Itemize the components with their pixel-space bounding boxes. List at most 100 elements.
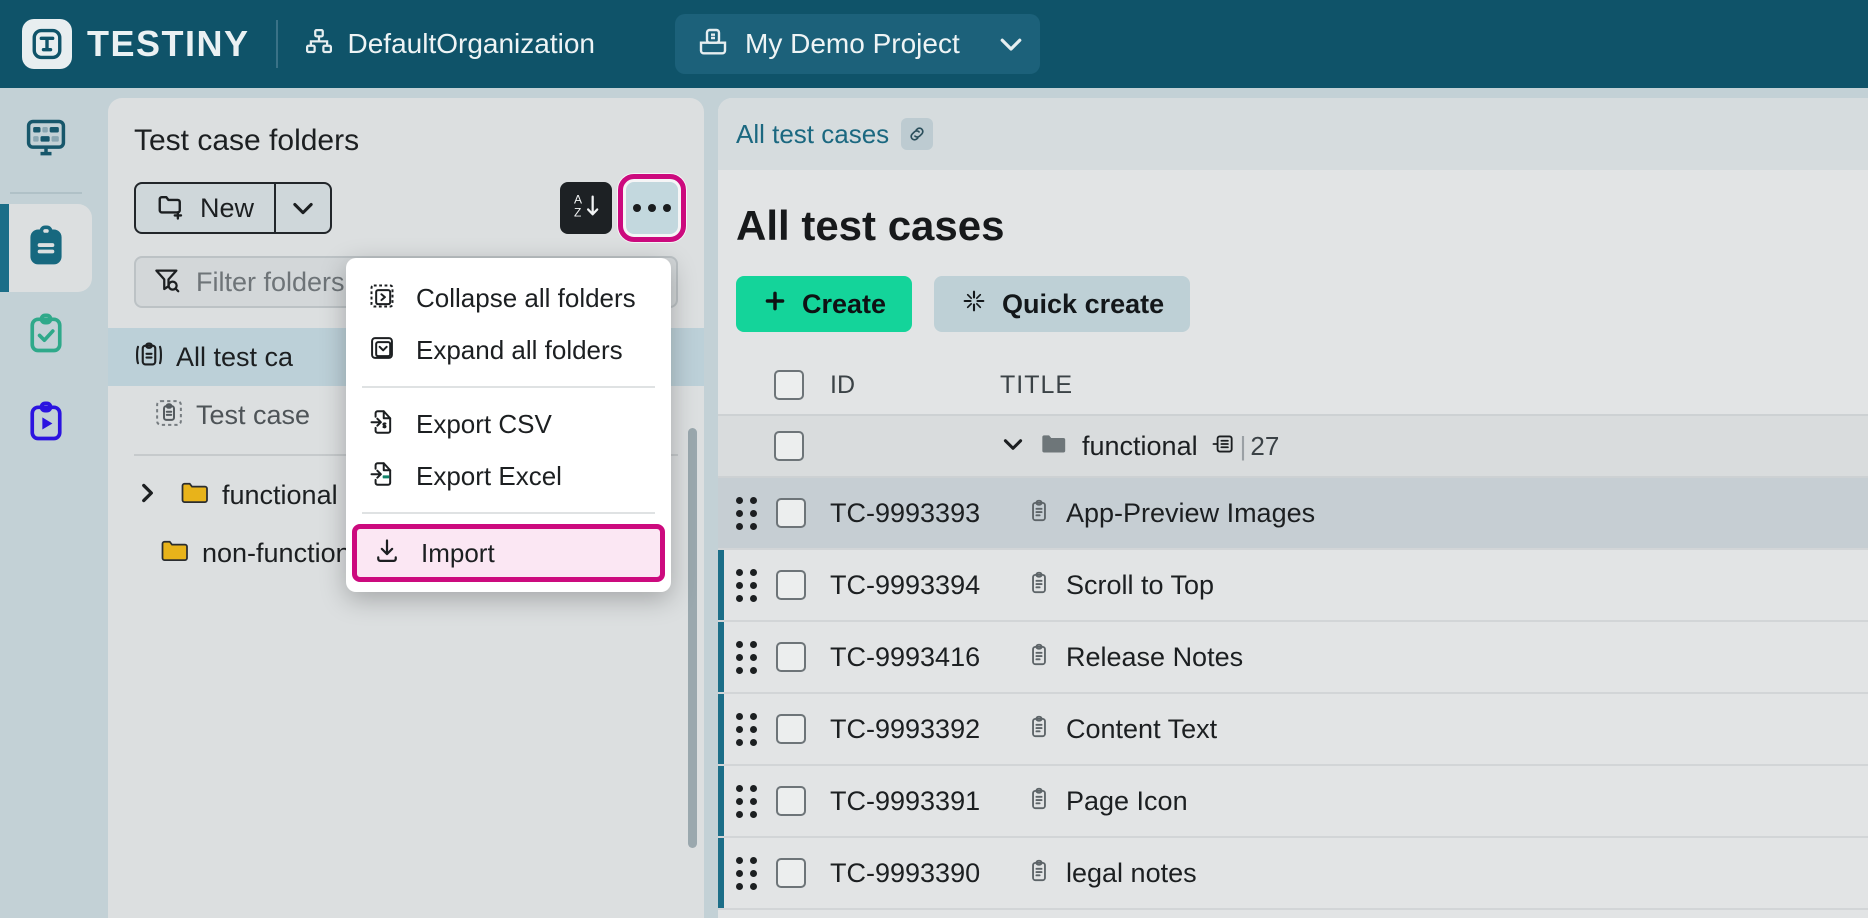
sidebar-item-test-plans[interactable] (0, 292, 92, 380)
tree-item-label: Test case (196, 400, 310, 431)
group-checkbox[interactable] (774, 431, 804, 461)
table-row[interactable]: TC-9993392 Content Text (718, 694, 1868, 766)
table-row[interactable]: TC-9993391 Page Icon (718, 766, 1868, 838)
menu-item-import[interactable]: Import (352, 524, 665, 582)
clipboard-icon (1026, 858, 1052, 889)
folder-icon (160, 538, 190, 569)
row-checkbox[interactable] (776, 498, 806, 528)
app-header: TESTINY DefaultOrganization My Demo Proj… (0, 0, 1868, 88)
tree-item-label: functional (222, 480, 338, 511)
plus-icon (762, 288, 788, 321)
menu-item-collapse-all-folders[interactable]: Collapse all folders (346, 272, 671, 324)
clipboard-check-icon (24, 312, 68, 361)
table-row[interactable]: TC-9993394 Scroll to Top (718, 550, 1868, 622)
breadcrumb-link[interactable]: All test cases (736, 119, 889, 150)
svg-text:Z: Z (574, 205, 581, 219)
menu-item-label: Export CSV (416, 409, 552, 440)
drag-handle-icon[interactable] (736, 569, 758, 602)
folder-icon (180, 480, 210, 511)
sidebar-item-test-cases[interactable] (0, 204, 92, 292)
row-checkbox[interactable] (776, 570, 806, 600)
row-checkbox[interactable] (776, 642, 806, 672)
panel-title: Test case folders (108, 98, 704, 158)
expand-all-icon (368, 334, 396, 367)
organization-selector[interactable]: DefaultOrganization (304, 27, 595, 62)
drag-handle-icon[interactable] (736, 857, 758, 890)
row-checkbox[interactable] (776, 786, 806, 816)
clipboard-icon (24, 224, 68, 273)
clipboard-play-icon (24, 400, 68, 449)
group-count: 27 (1250, 431, 1279, 462)
dashed-clipboard-icon (154, 398, 184, 433)
row-title: Scroll to Top (1066, 570, 1214, 601)
row-id: TC-9993416 (830, 642, 1026, 673)
testiny-logo-icon (22, 19, 72, 69)
table-row[interactable]: TC-9993416 Release Notes (718, 622, 1868, 694)
export-csv-icon (368, 408, 396, 441)
new-folder-button[interactable]: New (134, 182, 332, 234)
column-header-id[interactable]: ID (830, 371, 1000, 400)
sparkle-icon (960, 287, 988, 322)
folders-panel-scrollbar[interactable] (688, 428, 697, 848)
doc-lines-icon (1210, 431, 1236, 462)
dashboard-icon (24, 116, 68, 165)
menu-item-export-csv[interactable]: Export CSV (346, 398, 671, 450)
drag-handle-icon[interactable] (736, 497, 758, 530)
drag-handle-icon[interactable] (736, 713, 758, 746)
new-button-label: New (200, 193, 254, 224)
menu-item-label: Import (421, 538, 495, 569)
create-button[interactable]: Create (736, 276, 912, 332)
menu-item-expand-all-folders[interactable]: Expand all folders (346, 324, 671, 376)
menu-item-export-excel[interactable]: Export Excel (346, 450, 671, 502)
count-divider: | (1240, 431, 1247, 462)
select-all-checkbox[interactable] (774, 370, 804, 400)
test-case-rows: TC-9993393 App-Preview Images TC-9993394 (718, 478, 1868, 910)
collapse-all-icon (368, 282, 396, 315)
menu-divider (362, 512, 655, 514)
project-selector[interactable]: My Demo Project (675, 14, 1040, 74)
table-row[interactable]: TC-9993393 App-Preview Images (718, 478, 1868, 550)
chevron-down-icon[interactable] (1000, 431, 1026, 462)
drag-handle-icon[interactable] (736, 641, 758, 674)
drag-handle-icon[interactable] (736, 785, 758, 818)
new-button-main[interactable]: New (136, 184, 274, 232)
left-nav-rail (0, 88, 92, 918)
new-button-dropdown[interactable] (274, 184, 330, 232)
row-title: Content Text (1066, 714, 1217, 745)
tree-item-label: All test ca (176, 342, 293, 373)
menu-item-label: Export Excel (416, 461, 562, 492)
link-icon[interactable] (901, 118, 933, 150)
clipboard-icon (1026, 642, 1052, 673)
table-row[interactable]: TC-9993390 legal notes (718, 838, 1868, 910)
sort-az-button[interactable]: A Z (560, 182, 612, 234)
ellipsis-icon (633, 204, 671, 212)
organization-name: DefaultOrganization (348, 28, 595, 60)
chevron-right-icon[interactable] (134, 480, 160, 511)
menu-item-label: Collapse all folders (416, 283, 636, 314)
chevron-down-icon[interactable] (982, 14, 1040, 74)
row-id: TC-9993394 (830, 570, 1026, 601)
quick-create-button[interactable]: Quick create (934, 276, 1190, 332)
menu-item-label: Expand all folders (416, 335, 623, 366)
row-title: Page Icon (1066, 786, 1188, 817)
row-id: TC-9993393 (830, 498, 1026, 529)
clipboard-icon (1026, 570, 1052, 601)
sidebar-item-test-runs[interactable] (0, 380, 92, 468)
svg-text:A: A (574, 192, 582, 206)
quick-create-button-label: Quick create (1002, 289, 1164, 320)
sort-az-icon: A Z (570, 190, 602, 227)
column-header-title[interactable]: TITLE (1000, 371, 1073, 400)
group-row-functional[interactable]: functional | 27 (718, 416, 1868, 478)
rail-divider (10, 192, 82, 194)
folders-more-options-button[interactable] (626, 182, 678, 234)
row-checkbox[interactable] (776, 714, 806, 744)
app-logo[interactable]: TESTINY (22, 19, 250, 69)
clipboard-icon (1026, 786, 1052, 817)
filter-search-icon (152, 265, 182, 300)
row-id: TC-9993390 (830, 858, 1026, 889)
sidebar-item-dashboard[interactable] (0, 96, 92, 184)
action-buttons: Create Quick create (718, 250, 1868, 332)
project-name: My Demo Project (745, 28, 960, 60)
table-header: ID TITLE (718, 356, 1868, 416)
row-checkbox[interactable] (776, 858, 806, 888)
